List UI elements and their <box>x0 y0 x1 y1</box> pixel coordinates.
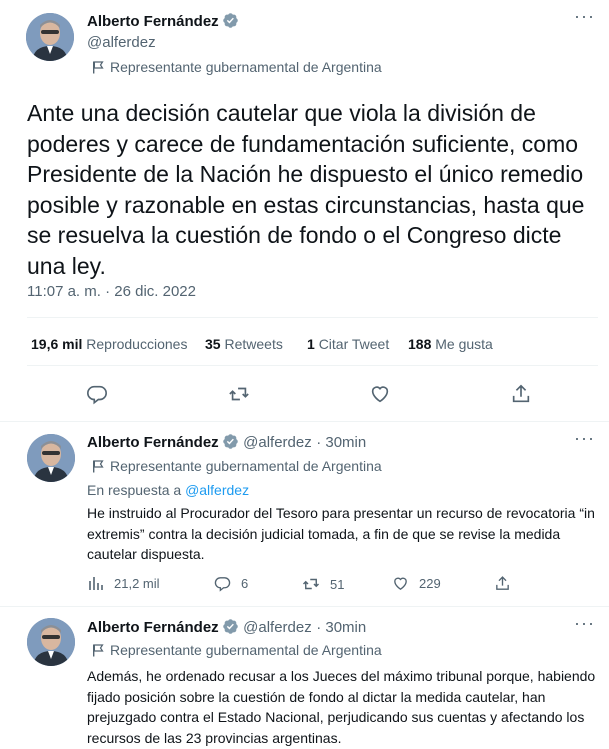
government-label: Representante gubernamental de Argentina <box>92 642 382 658</box>
views-count: 19,6 mil <box>31 336 83 352</box>
retweet-icon <box>302 578 320 590</box>
reply-text: He instruido al Procurador del Tesoro pa… <box>87 505 595 562</box>
avatar-photo <box>27 618 75 666</box>
more-options-icon[interactable]: ··· <box>574 428 595 449</box>
tweet-timestamp[interactable]: 11:07 a. m. · 26 dic. 2022 <box>27 283 196 300</box>
reply-button[interactable] <box>79 376 115 412</box>
flag-icon <box>93 643 104 656</box>
divider <box>27 317 598 318</box>
reply-author-name[interactable]: Alberto Fernández <box>87 619 219 636</box>
share-button[interactable] <box>494 575 511 592</box>
replying-to-prefix: En respuesta a <box>87 482 182 498</box>
likes-label: Me gusta <box>435 336 493 352</box>
more-options-icon[interactable]: ··· <box>574 613 595 634</box>
affiliation-text: Representante gubernamental de Argentina <box>110 642 382 658</box>
avatar-photo <box>26 13 74 61</box>
share-icon <box>496 576 509 590</box>
retweet-icon <box>229 387 249 401</box>
reply-icon <box>214 577 231 592</box>
flag-icon <box>93 459 104 472</box>
likes-count: 188 <box>408 336 432 352</box>
author-header: Alberto Fernández <box>87 12 239 31</box>
reply-avatar[interactable] <box>27 434 75 482</box>
government-label: Representante gubernamental de Argentina <box>92 59 382 75</box>
retweet-button[interactable] <box>221 376 257 412</box>
author-handle[interactable]: @alferdez <box>87 34 156 51</box>
views-label: Reproducciones <box>86 336 188 352</box>
affiliation-text: Representante gubernamental de Argentina <box>110 458 382 474</box>
divider <box>0 421 609 422</box>
share-icon <box>512 384 530 403</box>
views-chart-icon <box>89 577 103 590</box>
reply-count: 6 <box>241 576 249 591</box>
like-button[interactable] <box>362 376 398 412</box>
author-avatar[interactable] <box>26 13 74 61</box>
government-label: Representante gubernamental de Argentina <box>92 458 382 474</box>
heart-icon <box>394 577 407 590</box>
affiliation-text: Representante gubernamental de Argentina <box>110 59 382 75</box>
reply-time[interactable]: · 30min <box>316 619 366 636</box>
reply-header: Alberto Fernández @alferdez · 30min <box>87 618 366 637</box>
like-count-button[interactable]: 229 <box>392 575 441 592</box>
avatar-photo <box>27 434 75 482</box>
reply-avatar[interactable] <box>27 618 75 666</box>
replying-to: En respuesta a @alferdez <box>87 482 249 498</box>
reply-header: Alberto Fernández @alferdez · 30min <box>87 433 366 452</box>
retweets-stat[interactable]: 35 Retweets <box>205 336 283 352</box>
verified-badge-icon <box>222 434 238 449</box>
retweets-label: Retweets <box>224 336 283 352</box>
reply-icon <box>87 385 107 405</box>
heart-icon <box>371 386 389 403</box>
retweet-count-button[interactable]: 51 <box>302 575 344 593</box>
reply-count-button[interactable]: 6 <box>214 575 248 592</box>
retweets-count: 35 <box>205 336 221 352</box>
views-button[interactable]: 21,2 mil <box>88 575 160 591</box>
reply-author-handle[interactable]: @alferdez <box>243 434 312 451</box>
quotes-count: 1 <box>307 336 315 352</box>
replying-to-handle[interactable]: @alferdez <box>185 482 249 498</box>
tweet-text: Ante una decisión cautelar que viola la … <box>27 100 585 279</box>
views-stat[interactable]: 19,6 mil Reproducciones <box>31 336 187 352</box>
reply-author-handle[interactable]: @alferdez <box>243 619 312 636</box>
share-button[interactable] <box>503 376 539 412</box>
quotes-stat[interactable]: 1 Citar Tweet <box>307 336 389 352</box>
divider <box>0 606 609 607</box>
verified-badge-icon <box>222 619 238 634</box>
likes-stat[interactable]: 188 Me gusta <box>408 336 493 352</box>
views-count: 21,2 mil <box>114 575 160 591</box>
reply-author-name[interactable]: Alberto Fernández <box>87 434 219 451</box>
verified-badge-icon <box>222 13 238 28</box>
reply-text: Además, he ordenado recusar a los Jueces… <box>87 668 596 746</box>
more-options-icon[interactable]: ··· <box>574 6 595 27</box>
reply-time[interactable]: · 30min <box>316 434 366 451</box>
like-count: 229 <box>419 576 441 591</box>
author-name[interactable]: Alberto Fernández <box>87 13 219 30</box>
divider <box>27 365 598 366</box>
quotes-label: Citar Tweet <box>318 336 390 352</box>
flag-icon <box>93 60 104 73</box>
retweet-count: 51 <box>330 576 345 592</box>
